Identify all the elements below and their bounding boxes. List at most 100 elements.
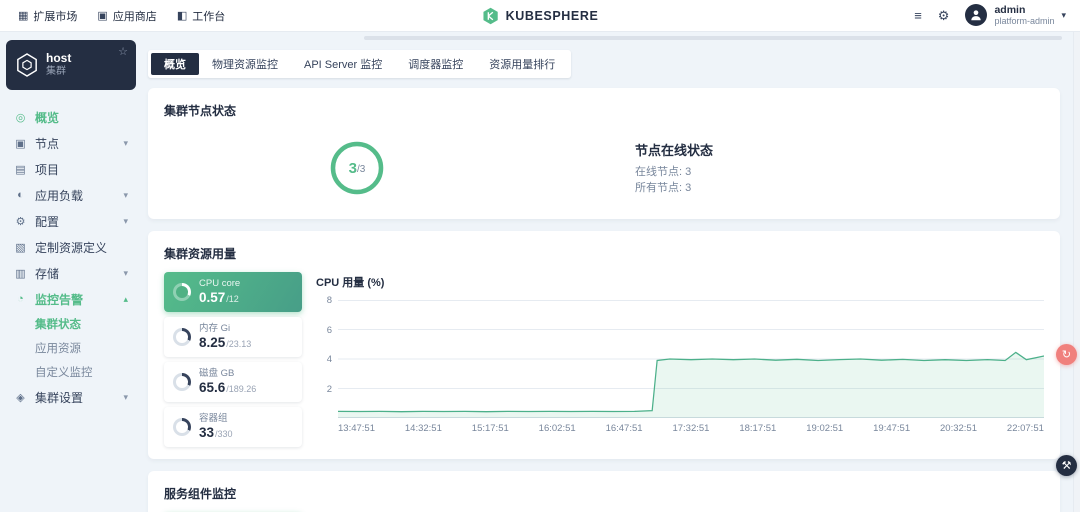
list-icon[interactable]: ≡ bbox=[914, 9, 922, 22]
chevron-up-icon: ▴ bbox=[123, 293, 128, 304]
metric-value-row: 0.57 /12 bbox=[199, 290, 240, 307]
metric-tile-pods[interactable]: 容器组 33 /330 bbox=[164, 407, 302, 447]
all-nodes-count: 所有节点: 3 bbox=[635, 182, 692, 194]
user-text: admin platform-admin bbox=[994, 4, 1054, 27]
sidebar-item-label: 存储 bbox=[35, 266, 60, 281]
metric-value: 65.6 bbox=[199, 379, 226, 395]
metric-tile-cpu[interactable]: CPU core 0.57 /12 bbox=[164, 272, 302, 312]
tab-resource-ranking[interactable]: 资源用量排行 bbox=[476, 53, 568, 75]
nav-workbench[interactable]: ◧ 工作台 bbox=[167, 0, 235, 32]
cluster-hexagon-icon bbox=[17, 53, 37, 77]
brand-name: KUBESPHERE bbox=[505, 9, 599, 23]
x-tick-label: 19:02:51 bbox=[806, 423, 844, 434]
sidebar-item-configuration[interactable]: ⚙ 配置 ▾ bbox=[6, 208, 136, 234]
tab-physical-resources[interactable]: 物理资源监控 bbox=[199, 53, 291, 75]
tab-scheduler[interactable]: 调度器监控 bbox=[395, 53, 476, 75]
metric-total: /12 bbox=[226, 293, 239, 304]
sidebar-menu: ◎ 概览 ▣ 节点 ▾ ▤ 项目 ◐ 应用负载 ▾ ⚙ 配置 ▾ ▧ 定制资源定… bbox=[6, 104, 136, 410]
sidebar-item-overview[interactable]: ◎ 概览 bbox=[6, 104, 136, 130]
gear-icon[interactable]: ⚙ bbox=[938, 9, 950, 22]
extension-market-icon: ▦ bbox=[18, 10, 29, 22]
resource-usage-body: CPU core 0.57 /12 内存 Gi 8.25 /23.13 磁盘 G… bbox=[164, 272, 1044, 447]
sub-item-label: 自定义监控 bbox=[35, 367, 93, 379]
x-tick-label: 14:32:51 bbox=[404, 423, 442, 434]
sidebar-item-storage[interactable]: ▥ 存储 ▾ bbox=[6, 260, 136, 286]
sidebar-item-crd[interactable]: ▧ 定制资源定义 bbox=[6, 234, 136, 260]
x-tick-label: 15:17:51 bbox=[471, 423, 509, 434]
sidebar-item-label: 概览 bbox=[35, 110, 60, 125]
crd-icon: ▧ bbox=[15, 241, 26, 254]
vertical-scrollbar-track[interactable] bbox=[1073, 32, 1080, 512]
service-components-card: 服务组件监控 ▣ API 服务器 请求 延迟 请求延迟 (ms) 12 bbox=[148, 471, 1060, 512]
gauge-icon bbox=[173, 418, 191, 436]
tab-api-server[interactable]: API Server 监控 bbox=[291, 53, 395, 75]
sidebar-item-nodes[interactable]: ▣ 节点 ▾ bbox=[6, 130, 136, 156]
gauge-icon bbox=[173, 328, 191, 346]
metric-name: 磁盘 GB bbox=[199, 367, 235, 379]
donut-total: /3 bbox=[357, 164, 366, 175]
metric-total: /189.26 bbox=[226, 383, 257, 394]
horizontal-scrollbar-thumb[interactable] bbox=[364, 36, 1062, 40]
x-tick-label: 19:47:51 bbox=[873, 423, 911, 434]
donut-label: 3 /3 bbox=[329, 140, 385, 196]
x-tick-label: 18:17:51 bbox=[739, 423, 777, 434]
donut-value: 3 bbox=[348, 159, 357, 177]
chevron-down-icon: ▾ bbox=[123, 267, 128, 278]
cpu-chart-x-axis: 13:47:51 14:32:51 15:17:51 16:02:51 16:47:51… bbox=[338, 423, 1044, 434]
metric-value-row: 33 /330 bbox=[199, 425, 233, 442]
sidebar-item-projects[interactable]: ▤ 项目 bbox=[6, 156, 136, 182]
monitoring-submenu: 集群状态 应用资源 自定义监控 bbox=[6, 312, 136, 384]
sidebar-subitem-app-resources[interactable]: 应用资源 bbox=[6, 336, 136, 360]
x-tick-label: 20:32:51 bbox=[940, 423, 977, 434]
metric-total: /23.13 bbox=[226, 338, 252, 349]
online-nodes-count: 在线节点: 3 bbox=[635, 166, 692, 178]
metric-text: 容器组 33 /330 bbox=[199, 413, 233, 442]
metric-value: 8.25 bbox=[199, 334, 226, 350]
metric-text: 磁盘 GB 65.6 /189.26 bbox=[199, 368, 256, 397]
storage-icon: ▥ bbox=[15, 267, 26, 280]
tab-overview[interactable]: 概览 bbox=[151, 53, 199, 75]
metric-tiles: CPU core 0.57 /12 内存 Gi 8.25 /23.13 磁盘 G… bbox=[164, 272, 302, 447]
floating-refresh-button[interactable]: ↻ bbox=[1056, 344, 1077, 365]
user-name: admin bbox=[994, 3, 1026, 16]
nav-extension-market[interactable]: ▦ 扩展市场 bbox=[8, 0, 87, 32]
y-tick-label: 6 bbox=[326, 324, 332, 336]
sidebar-subitem-custom-monitoring[interactable]: 自定义监控 bbox=[6, 360, 136, 384]
cluster-type: 集群 bbox=[46, 66, 66, 78]
user-menu[interactable]: admin platform-admin ▾ bbox=[965, 4, 1066, 27]
metric-tile-disk[interactable]: 磁盘 GB 65.6 /189.26 bbox=[164, 362, 302, 402]
sidebar-item-label: 应用负载 bbox=[35, 188, 84, 203]
metric-value: 33 bbox=[199, 424, 215, 440]
cluster-card[interactable]: host 集群 ☆ bbox=[6, 40, 136, 90]
chevron-down-icon: ▾ bbox=[123, 215, 128, 226]
toolbox-icon: ⚒ bbox=[1061, 460, 1072, 472]
metric-name: 容器组 bbox=[199, 412, 228, 424]
metric-text: CPU core 0.57 /12 bbox=[199, 278, 240, 307]
x-tick-label: 16:47:51 bbox=[605, 423, 643, 434]
cpu-chart-title: CPU 用量 (%) bbox=[316, 277, 385, 289]
refresh-icon: ↻ bbox=[1061, 349, 1072, 361]
sidebar-item-label: 集群设置 bbox=[35, 390, 84, 405]
chevron-down-icon: ▾ bbox=[1061, 9, 1066, 20]
floating-toolbox-button[interactable]: ⚒ bbox=[1056, 455, 1077, 476]
topbar-nav: ▦ 扩展市场 ▣ 应用商店 ◧ 工作台 bbox=[0, 0, 235, 32]
nav-app-store[interactable]: ▣ 应用商店 bbox=[87, 0, 166, 32]
node-status-title: 节点在线状态 bbox=[635, 143, 714, 158]
metric-name: CPU core bbox=[199, 277, 241, 289]
sidebar-item-cluster-settings[interactable]: ◈ 集群设置 ▾ bbox=[6, 384, 136, 410]
metric-text: 内存 Gi 8.25 /23.13 bbox=[199, 323, 251, 352]
avatar bbox=[965, 4, 988, 27]
x-tick-label: 17:32:51 bbox=[672, 423, 710, 434]
sidebar-subitem-cluster-status[interactable]: 集群状态 bbox=[6, 312, 136, 336]
kubesphere-logo-icon bbox=[483, 7, 498, 25]
cpu-chart-plot-row: 2 4 6 8 bbox=[316, 295, 1044, 418]
star-icon[interactable]: ☆ bbox=[118, 45, 128, 58]
cpu-usage-line-chart bbox=[338, 300, 1044, 418]
resource-usage-card-title: 集群资源用量 bbox=[164, 247, 237, 261]
metric-value: 0.57 bbox=[199, 289, 226, 305]
sidebar-item-monitoring-alerting[interactable]: ◔ 监控告警 ▴ bbox=[6, 286, 136, 312]
metric-tile-memory[interactable]: 内存 Gi 8.25 /23.13 bbox=[164, 317, 302, 357]
sidebar-item-workloads[interactable]: ◐ 应用负载 ▾ bbox=[6, 182, 136, 208]
resource-usage-card: 集群资源用量 CPU core 0.57 /12 内存 Gi 8.25 /23.… bbox=[148, 231, 1060, 459]
x-tick-label: 16:02:51 bbox=[538, 423, 576, 434]
